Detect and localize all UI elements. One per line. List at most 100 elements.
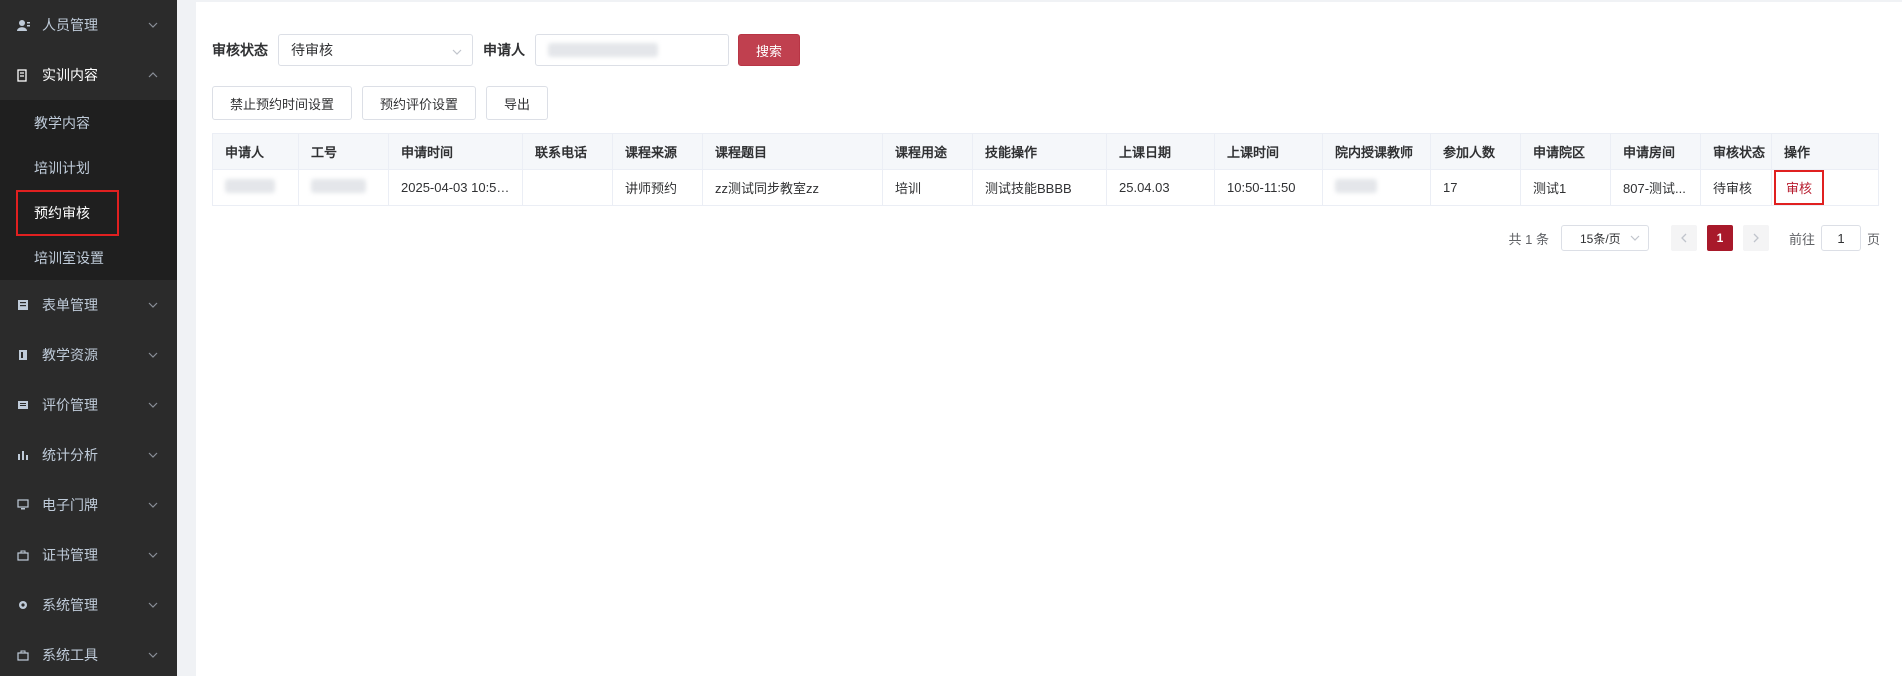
- cell-course-purpose: 培训: [882, 169, 973, 206]
- cell-status: 待审核: [1700, 169, 1772, 206]
- col-employee-id: 工号: [298, 133, 389, 170]
- cell-applicant: [212, 169, 299, 206]
- cell-class-time: 10:50-11:50: [1214, 169, 1323, 206]
- bar-chart-icon: [16, 448, 30, 462]
- cell-action: 审核: [1771, 169, 1879, 206]
- sidebar-item-evaluation[interactable]: 评价管理: [0, 380, 177, 430]
- applicant-filter-label: 申请人: [483, 42, 525, 58]
- col-applicant: 申请人: [212, 133, 299, 170]
- form-icon: [16, 298, 30, 312]
- sidebar-subitem-room-settings[interactable]: 培训室设置: [0, 235, 177, 280]
- booking-table: 申请人 工号 申请时间 联系电话 课程来源 课程题目 课程用途 技能操作 上课日…: [212, 133, 1879, 206]
- cell-attendees: 17: [1430, 169, 1521, 206]
- search-button[interactable]: 搜索: [738, 34, 800, 66]
- applicant-input[interactable]: [535, 34, 729, 66]
- sidebar-item-teaching-resources[interactable]: 教学资源: [0, 330, 177, 380]
- page-size-value: 15条/页: [1579, 231, 1621, 246]
- comment-icon: [16, 398, 30, 412]
- sidebar-item-label: 评价管理: [42, 397, 98, 413]
- sidebar-item-training-content[interactable]: 实训内容: [0, 50, 177, 100]
- sidebar-item-system-tools[interactable]: 系统工具: [0, 630, 177, 676]
- col-class-date: 上课日期: [1106, 133, 1215, 170]
- toolbox-icon: [16, 648, 30, 662]
- chevron-down-icon: [452, 44, 462, 60]
- pagination-total: 共 1 条: [1508, 231, 1549, 247]
- sidebar-subitem-teaching-content[interactable]: 教学内容: [0, 100, 177, 145]
- sidebar-subitem-label: 教学内容: [34, 114, 90, 131]
- next-page-button[interactable]: [1742, 225, 1769, 251]
- cell-course-title: zz测试同步教室zz: [702, 169, 883, 206]
- sidebar-subitem-label: 培训室设置: [34, 249, 104, 266]
- col-action: 操作: [1771, 133, 1879, 170]
- main-area: 审核状态 待审核 申请人 搜索 禁止预约时间设置 预约评价设置 导出 申请人 工…: [177, 0, 1902, 676]
- gear-icon: [16, 598, 30, 612]
- goto-label: 前往: [1788, 231, 1815, 247]
- sidebar-subitem-label: 培训计划: [34, 159, 90, 176]
- table-row: 2025-04-03 10:55... 讲师预约 zz测试同步教室zz 培训 测…: [212, 169, 1879, 206]
- audit-link[interactable]: 审核: [1786, 181, 1812, 196]
- col-course-purpose: 课程用途: [882, 133, 973, 170]
- sidebar-item-forms[interactable]: 表单管理: [0, 280, 177, 330]
- sidebar-item-label: 教学资源: [42, 347, 98, 363]
- cell-class-date: 25.04.03: [1106, 169, 1215, 206]
- document-icon: [16, 68, 30, 82]
- sidebar-subitem-booking-review[interactable]: 预约审核: [0, 189, 177, 236]
- filter-bar: 审核状态 待审核 申请人 搜索: [212, 33, 800, 67]
- user-icon: [16, 18, 30, 32]
- cell-phone: [522, 169, 613, 206]
- cell-room: 807-测试...: [1610, 169, 1701, 206]
- col-course-title: 课程题目: [702, 133, 883, 170]
- page-size-select[interactable]: 15条/页: [1560, 225, 1649, 251]
- page-number-button[interactable]: 1: [1706, 225, 1733, 251]
- status-filter-label: 审核状态: [212, 42, 268, 58]
- sidebar-item-label: 电子门牌: [42, 497, 98, 513]
- cell-teacher: [1322, 169, 1431, 206]
- sidebar-item-label: 表单管理: [42, 297, 98, 313]
- sidebar-item-label: 系统管理: [42, 597, 98, 613]
- col-room: 申请房间: [1610, 133, 1701, 170]
- sidebar-item-certificates[interactable]: 证书管理: [0, 530, 177, 580]
- chevron-down-icon: [147, 299, 159, 311]
- status-select[interactable]: 待审核: [278, 34, 473, 66]
- blurred-value: [1335, 179, 1377, 193]
- sidebar-item-personnel[interactable]: 人员管理: [0, 0, 177, 50]
- briefcase-icon: [16, 548, 30, 562]
- page-suffix: 页: [1866, 231, 1880, 247]
- export-button[interactable]: 导出: [486, 86, 549, 120]
- blurred-value: [311, 179, 366, 193]
- sidebar: 人员管理 实训内容 教学内容 培训计划 预约审核 培训室设置 表单管理 教学资源…: [0, 0, 177, 676]
- highlight-box: 审核: [1774, 170, 1825, 205]
- col-phone: 联系电话: [522, 133, 613, 170]
- chevron-down-icon: [147, 449, 159, 461]
- sidebar-item-statistics[interactable]: 统计分析: [0, 430, 177, 480]
- book-icon: [16, 348, 30, 362]
- chevron-down-icon: [147, 399, 159, 411]
- highlight-box: [16, 189, 119, 236]
- sidebar-item-e-doorplate[interactable]: 电子门牌: [0, 480, 177, 530]
- blurred-value: [225, 179, 275, 193]
- sidebar-item-system-management[interactable]: 系统管理: [0, 580, 177, 630]
- sidebar-item-label: 实训内容: [42, 67, 98, 83]
- col-class-time: 上课时间: [1214, 133, 1323, 170]
- sidebar-item-label: 人员管理: [42, 17, 98, 33]
- cell-skill: 测试技能BBBB: [972, 169, 1107, 206]
- col-apply-time: 申请时间: [388, 133, 523, 170]
- chevron-up-icon: [147, 69, 159, 81]
- col-skill: 技能操作: [972, 133, 1107, 170]
- monitor-icon: [16, 498, 30, 512]
- disable-booking-time-button[interactable]: 禁止预约时间设置: [212, 86, 353, 120]
- chevron-down-icon: [1630, 232, 1640, 246]
- sidebar-item-label: 系统工具: [42, 647, 98, 663]
- chevron-down-icon: [147, 599, 159, 611]
- booking-rating-settings-button[interactable]: 预约评价设置: [362, 86, 477, 120]
- cell-apply-time: 2025-04-03 10:55...: [388, 169, 523, 206]
- chevron-down-icon: [147, 499, 159, 511]
- goto-page-input[interactable]: 1: [1820, 225, 1861, 251]
- table-header-row: 申请人 工号 申请时间 联系电话 课程来源 课程题目 课程用途 技能操作 上课日…: [212, 133, 1879, 170]
- chevron-down-icon: [147, 19, 159, 31]
- cell-campus: 测试1: [1520, 169, 1611, 206]
- prev-page-button[interactable]: [1670, 225, 1697, 251]
- submenu-training-content: 教学内容 培训计划 预约审核 培训室设置: [0, 100, 177, 280]
- col-teacher: 院内授课教师: [1322, 133, 1431, 170]
- sidebar-subitem-training-plan[interactable]: 培训计划: [0, 145, 177, 190]
